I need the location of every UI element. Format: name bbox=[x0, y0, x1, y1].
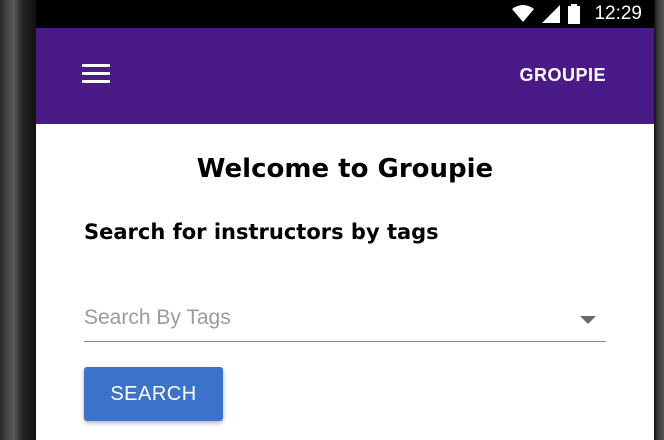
device-bezel-right bbox=[654, 0, 664, 440]
status-bar: 12:29 bbox=[36, 0, 654, 28]
status-time: 12:29 bbox=[594, 3, 642, 24]
search-button[interactable]: SEARCH bbox=[84, 367, 223, 421]
battery-icon bbox=[568, 4, 581, 24]
dropdown-arrow-icon[interactable] bbox=[580, 316, 596, 324]
wifi-icon bbox=[512, 5, 535, 22]
cellular-signal-icon bbox=[542, 5, 561, 23]
groupie-logo: GROUPIE bbox=[519, 64, 606, 86]
hamburger-menu-icon[interactable] bbox=[82, 64, 116, 88]
app-bar: GROUPIE bbox=[36, 28, 654, 124]
status-icons: 12:29 bbox=[512, 0, 642, 28]
section-title: Search for instructors by tags bbox=[84, 220, 439, 244]
tag-select-placeholder: Search By Tags bbox=[84, 306, 231, 329]
phone-screen: 12:29 GROUPIE Welcome to Groupie Search … bbox=[36, 0, 654, 440]
tag-select-field[interactable]: Search By Tags bbox=[84, 294, 606, 342]
page-title: Welcome to Groupie bbox=[196, 154, 494, 184]
logo-text: GROUPIE bbox=[519, 64, 606, 85]
device-bezel-left bbox=[0, 0, 36, 440]
